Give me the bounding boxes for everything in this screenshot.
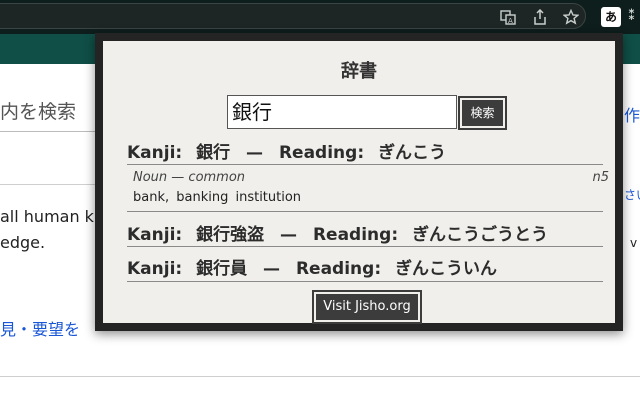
page-text-line: edge. <box>0 233 46 252</box>
search-button[interactable]: 検索 <box>458 96 507 130</box>
page-text-line: all human kn <box>0 207 105 226</box>
kanji-value: 銀行員 <box>196 259 248 279</box>
divider <box>127 246 603 247</box>
popup-title: 辞書 <box>341 61 377 82</box>
separator: — <box>263 259 281 279</box>
pos-text: Noun — common <box>133 170 246 185</box>
kanji-label: Kanji: <box>127 259 183 279</box>
extension-icon[interactable]: あ <box>601 7 621 27</box>
kanji-value: 銀行強盗 <box>196 225 265 245</box>
translate-icon[interactable]: A <box>500 9 516 25</box>
divider <box>127 164 603 165</box>
separator: — <box>280 225 298 245</box>
page-search-input[interactable]: 内を検索 <box>0 97 100 132</box>
kanji-label: Kanji: <box>127 225 183 245</box>
reading-label: Reading: <box>278 143 365 163</box>
part-of-speech: Noun — common n5 <box>133 170 609 185</box>
feedback-link[interactable]: 見・要望を <box>0 316 80 340</box>
reading-value: ぎんこう <box>378 143 447 163</box>
reading-value: ぎんこうごうとう <box>412 225 549 245</box>
kanji-value: 銀行 <box>196 143 231 163</box>
popup-body: 辞書 銀行 検索 Kanji: 銀行 — Reading: ぎんこう Noun … <box>103 41 615 324</box>
browser-toolbar: A あ ⁑ <box>0 0 640 34</box>
result-entry[interactable]: Kanji: 銀行 — Reading: ぎんこう <box>127 138 446 163</box>
address-bar[interactable] <box>0 3 586 29</box>
reading-label: Reading: <box>312 225 399 245</box>
separator: — <box>246 143 264 163</box>
divider <box>0 376 640 377</box>
page-text-fragment: v <box>630 236 638 250</box>
dictionary-popup: 辞書 銀行 検索 Kanji: 銀行 — Reading: ぎんこう Noun … <box>95 33 623 331</box>
result-entry[interactable]: Kanji: 銀行強盗 — Reading: ぎんこうごうとう <box>127 220 548 245</box>
svg-text:A: A <box>508 17 513 25</box>
result-entry[interactable]: Kanji: 銀行員 — Reading: ぎんこういん <box>127 254 497 279</box>
kanji-label: Kanji: <box>127 143 183 163</box>
reading-label: Reading: <box>295 259 382 279</box>
search-input[interactable]: 銀行 <box>227 95 457 129</box>
meaning-text: bank, banking institution <box>133 190 302 205</box>
page-link-fragment[interactable]: 作 <box>624 102 640 126</box>
jlpt-level: n5 <box>592 170 609 185</box>
share-icon[interactable] <box>532 9 548 25</box>
divider <box>0 184 95 185</box>
reading-value: ぎんこういん <box>395 259 498 279</box>
divider <box>127 281 603 282</box>
extension-puzzle-icon[interactable]: ⁑ <box>628 8 640 26</box>
visit-jisho-button[interactable]: Visit Jisho.org <box>312 290 422 324</box>
bookmark-star-icon[interactable] <box>563 9 579 25</box>
divider <box>127 211 603 212</box>
page-link-fragment[interactable]: さい <box>624 186 640 203</box>
